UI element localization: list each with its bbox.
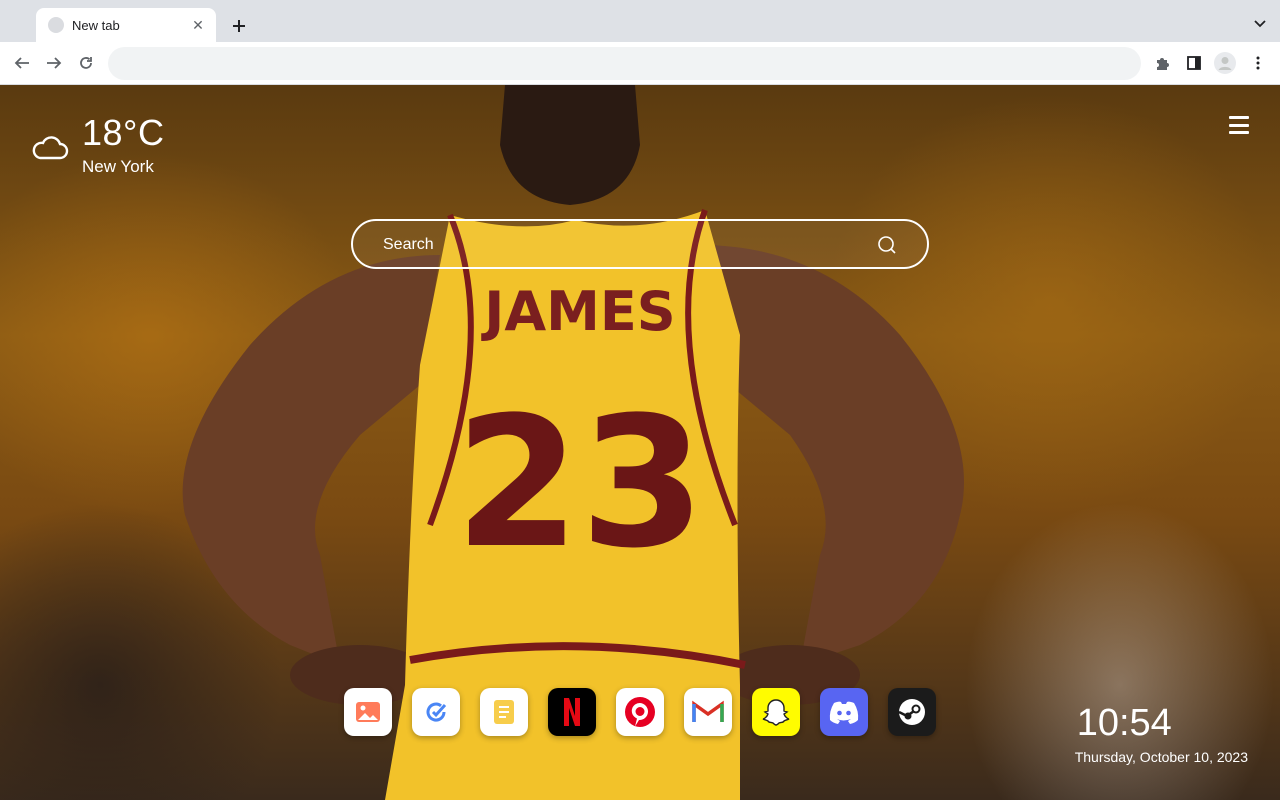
shortcut-notes[interactable]: [480, 688, 528, 736]
shortcut-netflix[interactable]: [548, 688, 596, 736]
puzzle-icon: [1157, 58, 1169, 70]
more-vert-icon: [1256, 56, 1260, 70]
hamburger-icon: [1229, 116, 1249, 119]
profile-button[interactable]: [1213, 51, 1237, 75]
side-panel-icon: [1187, 56, 1201, 70]
clock-date: Thursday, October 10, 2023: [1074, 749, 1248, 765]
reload-icon: [80, 57, 92, 69]
shortcuts-bar: [344, 688, 936, 736]
clock-time: 10:54: [1076, 702, 1172, 744]
weather-widget[interactable]: 18°C New York: [30, 113, 164, 177]
side-panel-button[interactable]: [1182, 51, 1206, 75]
forward-button[interactable]: [42, 51, 66, 75]
shortcut-pinterest[interactable]: [616, 688, 664, 736]
photo-icon: [356, 702, 380, 722]
weather-temperature: 18°C: [82, 112, 165, 153]
browser-tab[interactable]: New tab ✕: [36, 8, 216, 42]
avatar-icon: [1214, 52, 1236, 74]
weather-city: New York: [82, 157, 154, 176]
arrow-left-icon: [14, 57, 29, 69]
arrow-right-icon: [47, 57, 62, 69]
tab-search-button[interactable]: [1250, 14, 1270, 34]
chrome-menu-button[interactable]: [1246, 51, 1270, 75]
refresh-check-icon: [426, 702, 447, 722]
search-icon[interactable]: [877, 235, 897, 255]
jersey-number: 23: [455, 379, 706, 588]
steam-icon: [898, 699, 925, 725]
gmail-icon: [692, 700, 724, 722]
shortcut-gmail[interactable]: [684, 688, 732, 736]
discord-icon: [829, 701, 859, 724]
new-tab-page: JAMES 23 18°C New York Search 10:54 Thur…: [0, 85, 1280, 800]
shortcut-snapchat[interactable]: [752, 688, 800, 736]
back-button[interactable]: [10, 51, 34, 75]
cloud-icon: [32, 136, 69, 160]
shortcut-photos[interactable]: [344, 688, 392, 736]
tab-favicon-icon: [48, 17, 64, 33]
reload-button[interactable]: [74, 51, 98, 75]
pinterest-icon: [625, 697, 655, 727]
jersey-name: JAMES: [480, 280, 675, 343]
address-bar[interactable]: [108, 47, 1141, 80]
new-tab-button[interactable]: [226, 13, 252, 39]
notes-icon: [494, 700, 514, 724]
menu-button[interactable]: [1229, 116, 1249, 134]
shortcut-steam[interactable]: [888, 688, 936, 736]
chevron-down-icon: [1254, 20, 1266, 28]
tab-strip: New tab ✕: [0, 0, 1280, 42]
netflix-icon: [564, 698, 580, 726]
plus-icon: [233, 20, 245, 32]
shortcut-discord[interactable]: [820, 688, 868, 736]
search-box[interactable]: [351, 219, 929, 269]
tab-close-icon[interactable]: ✕: [190, 17, 206, 33]
shortcut-tasks[interactable]: [412, 688, 460, 736]
snapchat-icon: [762, 699, 790, 726]
extensions-button[interactable]: [1150, 51, 1174, 75]
browser-toolbar: [0, 42, 1280, 85]
tab-title: New tab: [72, 17, 120, 33]
clock-widget: 10:54 Thursday, October 10, 2023: [1075, 701, 1248, 765]
search-input[interactable]: [383, 233, 863, 257]
